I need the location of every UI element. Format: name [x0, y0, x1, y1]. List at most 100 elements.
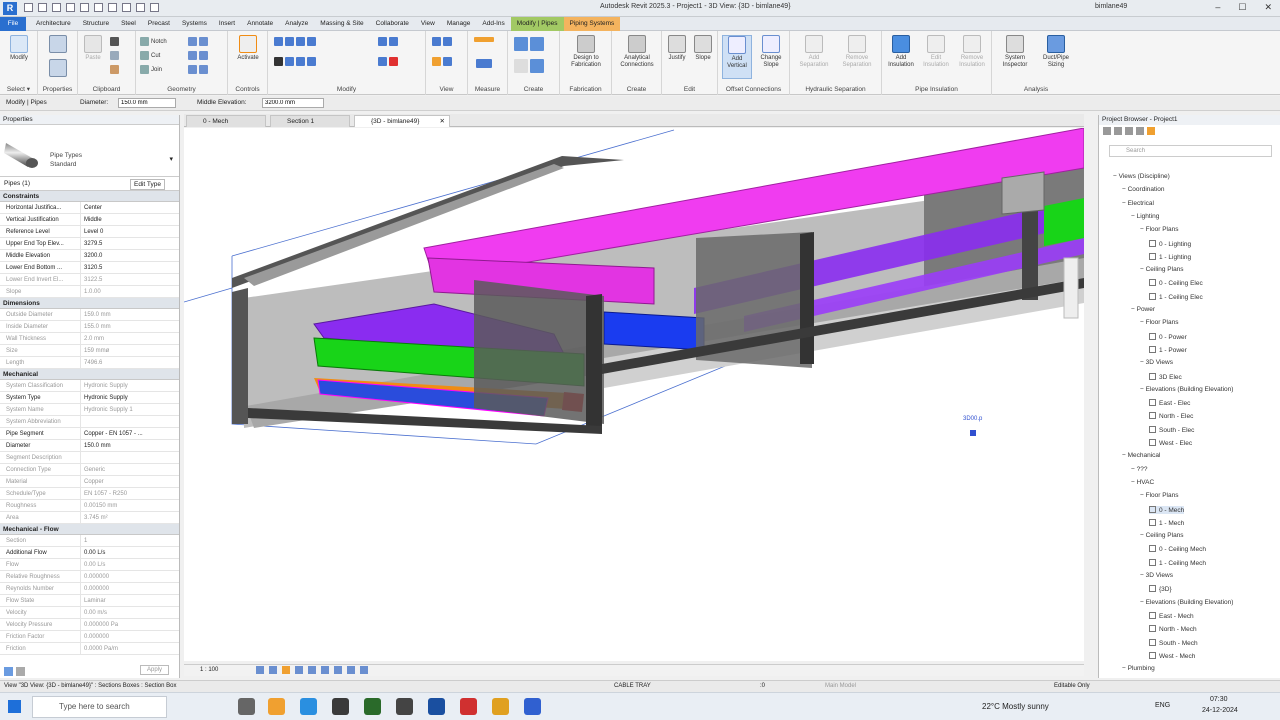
tab-0-mech[interactable]: 0 - Mech: [186, 115, 266, 127]
property-value[interactable]: [80, 416, 179, 427]
modify-button[interactable]: Modify: [4, 35, 34, 62]
browser-folder[interactable]: − Ceiling Plans: [1140, 266, 1184, 273]
move-tools[interactable]: [274, 57, 316, 66]
change-slope-button[interactable]: Change Slope: [756, 35, 786, 69]
property-value[interactable]: EN 1057 - R250: [80, 488, 179, 499]
browser-view-item[interactable]: South - Mech: [1149, 638, 1198, 647]
property-row[interactable]: System Name Hydronic Supply 1: [0, 404, 179, 416]
analytical-connections-button[interactable]: Analytical Connections: [615, 35, 659, 69]
design-option[interactable]: Main Model: [825, 683, 856, 689]
instance-filter[interactable]: Pipes (1): [4, 180, 30, 187]
align-tools[interactable]: [274, 37, 316, 46]
edit-type-button[interactable]: Edit Type: [130, 179, 165, 190]
property-row[interactable]: Additional Flow 0.00 L/s: [0, 547, 179, 559]
type-selector[interactable]: Pipe Types Standard ▾: [0, 125, 179, 177]
property-row[interactable]: Velocity Pressure 0.000000 Pa: [0, 619, 179, 631]
property-row[interactable]: Schedule/Type EN 1057 - R250: [0, 488, 179, 500]
property-row[interactable]: Flow State Laminar: [0, 595, 179, 607]
remove-insulation-button[interactable]: Remove Insulation: [954, 35, 990, 69]
properties-toggle-icon[interactable]: [4, 667, 13, 676]
property-value[interactable]: 0.0000 Pa/m: [80, 643, 179, 654]
property-row[interactable]: Area 3.745 m²: [0, 512, 179, 524]
geom-tool-3[interactable]: [188, 65, 208, 74]
property-section[interactable]: Mechanical: [0, 369, 179, 380]
save-icon[interactable]: [38, 3, 47, 12]
match-button[interactable]: [110, 65, 119, 74]
tab-addins[interactable]: Add-Ins: [476, 17, 510, 31]
browser-view-item[interactable]: 0 - Mech: [1149, 505, 1185, 514]
browser-view-item[interactable]: 1 - Power: [1149, 345, 1187, 354]
properties-button[interactable]: [48, 35, 68, 55]
tab-3d-view[interactable]: {3D - bimlane49} ✕: [354, 115, 450, 127]
property-section[interactable]: Mechanical - Flow: [0, 524, 179, 535]
remove-separation-button[interactable]: Remove Separation: [836, 35, 878, 69]
browser-folder[interactable]: − Mechanical: [1122, 452, 1161, 459]
minimize-button[interactable]: –: [1215, 2, 1220, 13]
edge-icon[interactable]: [300, 698, 317, 715]
add-separation-button[interactable]: Add Separation: [794, 35, 834, 69]
tab-view[interactable]: View: [415, 17, 441, 31]
browser-folder[interactable]: − Coordination: [1122, 186, 1164, 193]
browser-view-item[interactable]: 3D Elec: [1149, 372, 1182, 381]
property-value[interactable]: Middle: [80, 214, 179, 225]
browser-view-item[interactable]: South - Elec: [1149, 425, 1194, 434]
tab-section-1[interactable]: Section 1: [270, 115, 350, 127]
property-row[interactable]: Material Copper: [0, 476, 179, 488]
measure-tools[interactable]: [474, 37, 494, 42]
browser-view-item[interactable]: West - Elec: [1149, 439, 1192, 447]
system-inspector-button[interactable]: System Inspector: [996, 35, 1034, 69]
property-value[interactable]: 0.00150 mm: [80, 500, 179, 511]
delete-tools[interactable]: [378, 57, 398, 66]
browser-toggle-icon[interactable]: [16, 667, 25, 676]
language[interactable]: ENG: [1155, 702, 1170, 709]
open-icon[interactable]: [24, 3, 33, 12]
user-name[interactable]: bimlane49: [1095, 3, 1127, 10]
property-row[interactable]: Pipe Segment Copper - EN 1057 - ...: [0, 428, 179, 440]
windows-start-icon[interactable]: [8, 700, 21, 713]
browser-tool-icon[interactable]: [1114, 127, 1122, 135]
property-section[interactable]: Constraints: [0, 191, 179, 202]
taskbar-search[interactable]: Type here to search: [32, 696, 167, 718]
browser-folder[interactable]: − ???: [1131, 466, 1147, 473]
property-row[interactable]: Reference Level Level 0: [0, 226, 179, 238]
store-icon[interactable]: [332, 698, 349, 715]
tab-systems[interactable]: Systems: [176, 17, 213, 31]
browser-folder[interactable]: − Lighting: [1131, 213, 1159, 220]
property-value[interactable]: 155.0 mm: [80, 321, 179, 332]
print-icon[interactable]: [80, 3, 89, 12]
browser-view-item[interactable]: 0 - Lighting: [1149, 239, 1191, 248]
justify-button[interactable]: Justify: [664, 35, 690, 62]
clock-date[interactable]: 24-12-2024: [1202, 707, 1238, 714]
view-controls[interactable]: [256, 666, 368, 674]
browser-view-item[interactable]: West - Mech: [1149, 651, 1195, 660]
browser-view-item[interactable]: 1 - Mech: [1149, 518, 1184, 527]
property-row[interactable]: Length 7496.6: [0, 357, 179, 369]
browser-view-item[interactable]: 0 - Ceiling Elec: [1149, 279, 1203, 287]
app-icon[interactable]: [364, 698, 381, 715]
property-row[interactable]: Lower End Invert El... 3122.5: [0, 274, 179, 286]
crop-view-icon[interactable]: [308, 666, 316, 674]
select-dropdown[interactable]: Select ▾: [0, 85, 37, 93]
property-value[interactable]: 7496.6: [80, 357, 179, 368]
tab-modify-pipes[interactable]: Modify | Pipes: [510, 16, 564, 31]
add-insulation-button[interactable]: Add Insulation: [884, 35, 918, 69]
browser-view-item[interactable]: North - Elec: [1149, 412, 1193, 420]
property-value[interactable]: 3122.5: [80, 274, 179, 285]
browser-view-item[interactable]: 1 - Ceiling Mech: [1149, 558, 1206, 567]
browser-folder[interactable]: − Floor Plans: [1140, 492, 1178, 499]
view-tools-2[interactable]: [432, 57, 452, 66]
property-value[interactable]: 0.00 L/s: [80, 547, 179, 558]
browser-tool-icon[interactable]: [1136, 127, 1144, 135]
recorder-icon[interactable]: [524, 698, 541, 715]
property-row[interactable]: Wall Thickness 2.0 mm: [0, 333, 179, 345]
property-row[interactable]: System Abbreviation: [0, 416, 179, 428]
browser-folder[interactable]: − 3D Views: [1140, 572, 1173, 579]
browser-tool-icon[interactable]: [1103, 127, 1111, 135]
property-value[interactable]: Level 0: [80, 226, 179, 237]
undo-icon[interactable]: [52, 3, 61, 12]
property-row[interactable]: System Classification Hydronic Supply: [0, 380, 179, 392]
property-value[interactable]: 3279.5: [80, 238, 179, 249]
property-value[interactable]: Copper - EN 1057 - ...: [80, 428, 179, 439]
edit-insulation-button[interactable]: Edit Insulation: [919, 35, 953, 69]
property-value[interactable]: 0.000000: [80, 631, 179, 642]
